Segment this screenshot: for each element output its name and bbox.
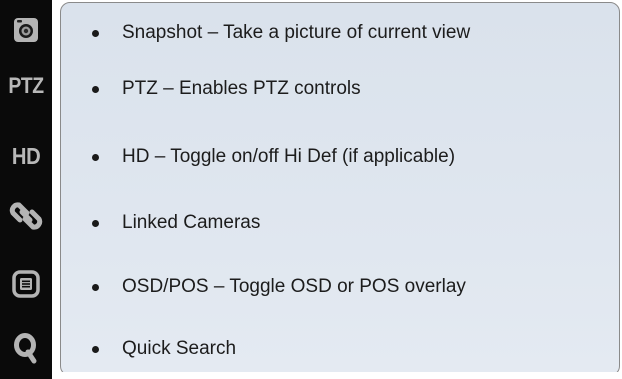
list-item: PTZ – Enables PTZ controls <box>60 74 620 104</box>
list-item: Linked Cameras <box>60 208 620 238</box>
camera-icon <box>14 18 38 42</box>
snapshot-button[interactable] <box>0 4 52 56</box>
list-item: Quick Search <box>60 334 620 364</box>
list-item: HD – Toggle on/off Hi Def (if applicable… <box>60 142 620 172</box>
list-item: Snapshot – Take a picture of current vie… <box>60 18 620 48</box>
osd-pos-button[interactable] <box>0 258 52 310</box>
panel-crop-edge <box>60 372 622 379</box>
help-legend: PTZ HD Snapshot – Take a picture of curr… <box>0 0 622 379</box>
bullet-dot <box>92 85 99 93</box>
list-item-label: PTZ – Enables PTZ controls <box>122 78 361 99</box>
ptz-icon: PTZ <box>8 73 44 98</box>
list-item-label: Linked Cameras <box>122 212 261 233</box>
list-item-label: HD – Toggle on/off Hi Def (if applicable… <box>122 146 456 167</box>
linked-cameras-button[interactable] <box>0 190 52 242</box>
camera-toolbar: PTZ HD <box>0 0 52 379</box>
osd-pos-icon <box>12 270 40 298</box>
bullet-dot <box>92 29 99 37</box>
bullet-dot <box>92 345 99 353</box>
hd-icon: HD <box>11 142 41 169</box>
hd-button[interactable]: HD <box>0 130 52 182</box>
quick-search-button[interactable] <box>0 322 52 374</box>
legend-panel <box>60 2 620 376</box>
link-icon <box>9 202 43 230</box>
list-item: OSD/POS – Toggle OSD or POS overlay <box>60 272 620 302</box>
bullet-dot <box>92 283 99 291</box>
list-item-label: Quick Search <box>122 338 237 359</box>
bullet-dot <box>92 153 99 161</box>
list-item-label: Snapshot – Take a picture of current vie… <box>122 22 471 43</box>
list-item-label: OSD/POS – Toggle OSD or POS overlay <box>122 276 466 297</box>
bullet-dot <box>92 219 99 227</box>
ptz-button[interactable]: PTZ <box>0 60 52 112</box>
search-icon <box>14 333 37 364</box>
